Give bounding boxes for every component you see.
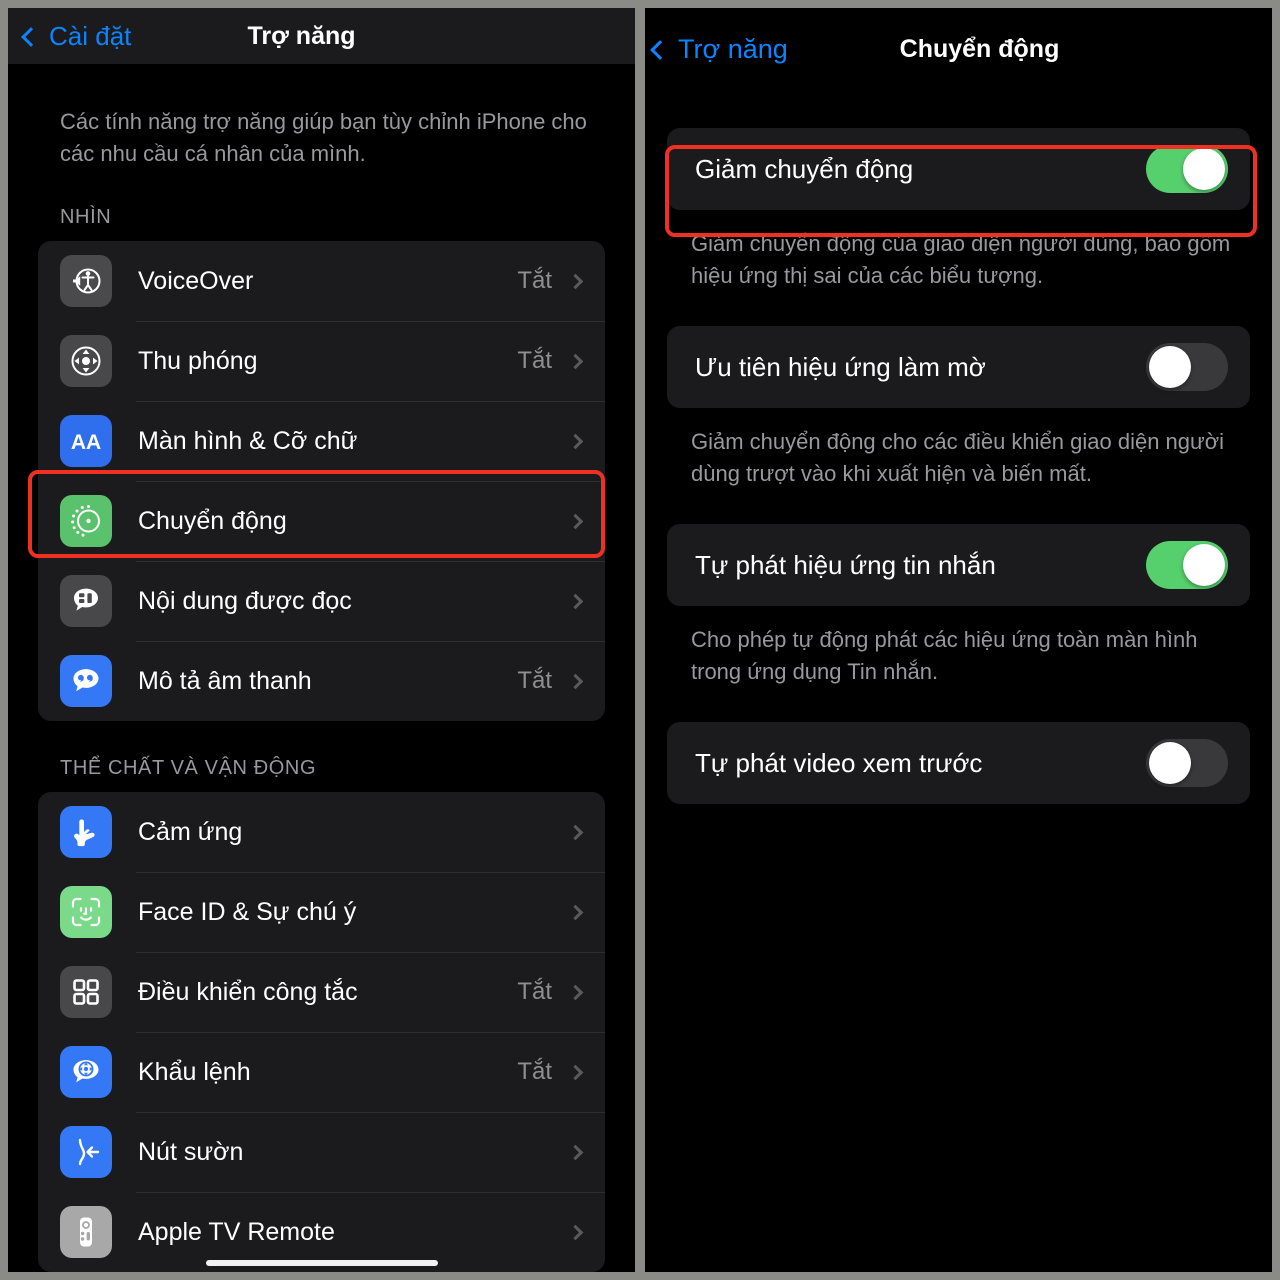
- voiceover-icon: [60, 255, 112, 307]
- setting-prefer-cross-fade[interactable]: Ưu tiên hiệu ứng làm mờ: [667, 326, 1250, 408]
- list-item-value: Tắt: [517, 1058, 552, 1085]
- list-item-label: Chuyển động: [138, 506, 287, 535]
- chevron-right-icon: [567, 593, 584, 609]
- chevron-left-icon: [650, 39, 670, 60]
- list-item-label: Nội dung được đọc: [138, 586, 352, 615]
- list-item-label: Khẩu lệnh: [138, 1057, 251, 1086]
- setting-reduce-motion[interactable]: Giảm chuyển động: [667, 128, 1250, 210]
- svg-text:AA: AA: [71, 431, 101, 454]
- chevron-left-icon: [21, 26, 41, 47]
- chevron-right-icon: [567, 904, 584, 920]
- setting-label: Ưu tiên hiệu ứng làm mờ: [695, 351, 986, 382]
- switch-control-icon: [60, 966, 112, 1018]
- motion-icon: [60, 495, 112, 547]
- auto-play-video-previews-toggle[interactable]: [1146, 739, 1228, 787]
- list-item-audio-descriptions[interactable]: Mô tả âm thanh Tắt: [38, 641, 605, 721]
- list-item-value: Tắt: [517, 978, 552, 1005]
- toggle-knob: [1183, 544, 1225, 586]
- screenshot-stage: Cài đặt Trợ năng Các tính năng trợ năng …: [0, 0, 1280, 1280]
- setting-auto-play-message-effects[interactable]: Tự phát hiệu ứng tin nhắn: [667, 524, 1250, 606]
- list-item-label: Thu phóng: [138, 346, 258, 375]
- physical-motor-card: Cảm ứng Face ID & Sự chú ý Điều khiển cô…: [38, 792, 605, 1272]
- accessibility-list: Các tính năng trợ năng giúp bạn tùy chỉn…: [8, 64, 635, 1272]
- chevron-right-icon: [567, 1224, 584, 1240]
- vision-card: VoiceOver Tắt Thu phóng Tắt AA Màn hình …: [38, 241, 605, 721]
- home-indicator: [205, 1260, 438, 1266]
- side-button-icon: [60, 1126, 112, 1178]
- list-item-value: Tắt: [517, 667, 552, 694]
- chevron-right-icon: [567, 1064, 584, 1080]
- right-navigation-bar: Trợ năng Chuyển động: [645, 8, 1272, 90]
- left-phone-screen: Cài đặt Trợ năng Các tính năng trợ năng …: [8, 8, 635, 1272]
- spoken-content-icon: [60, 575, 112, 627]
- face-id-icon: [60, 886, 112, 938]
- list-item-label: Mô tả âm thanh: [138, 666, 312, 695]
- setting-label: Tự phát hiệu ứng tin nhắn: [695, 549, 996, 580]
- setting-label: Giảm chuyển động: [695, 153, 914, 184]
- back-to-accessibility-button[interactable]: Trợ năng: [650, 33, 788, 65]
- list-item-label: Face ID & Sự chú ý: [138, 897, 357, 926]
- setting-auto-play-video-previews[interactable]: Tự phát video xem trước: [667, 722, 1250, 804]
- toggle-knob: [1149, 346, 1191, 388]
- list-item-zoom[interactable]: Thu phóng Tắt: [38, 321, 605, 401]
- list-item-face-id-attention[interactable]: Face ID & Sự chú ý: [38, 872, 605, 952]
- intro-description: Các tính năng trợ năng giúp bạn tùy chỉn…: [60, 109, 587, 166]
- chevron-right-icon: [567, 353, 584, 369]
- auto-play-message-effects-toggle[interactable]: [1146, 541, 1228, 589]
- setting-footnote: Cho phép tự động phát các hiệu ứng toàn …: [691, 627, 1198, 684]
- right-phone-screen: Trợ năng Chuyển động Giảm chuyển động Gi…: [645, 8, 1272, 1272]
- chevron-right-icon: [567, 513, 584, 529]
- list-item-switch-control[interactable]: Điều khiển công tắc Tắt: [38, 952, 605, 1032]
- section-header-physical-motor: THỂ CHẤT VÀ VẬN ĐỘNG: [60, 757, 317, 779]
- chevron-right-icon: [567, 673, 584, 689]
- list-item-label: Cảm ứng: [138, 817, 243, 846]
- list-item-label: Nút sườn: [138, 1137, 244, 1166]
- section-header-vision: NHÌN: [60, 206, 112, 228]
- list-item-voiceover[interactable]: VoiceOver Tắt: [38, 241, 605, 321]
- setting-footnote: Giảm chuyển động cho các điều khiển giao…: [691, 429, 1225, 486]
- list-item-touch[interactable]: Cảm ứng: [38, 792, 605, 872]
- list-item-value: Tắt: [517, 347, 552, 374]
- prefer-cross-fade-toggle[interactable]: [1146, 343, 1228, 391]
- touch-icon: [60, 806, 112, 858]
- toggle-knob: [1183, 148, 1225, 190]
- toggle-knob: [1149, 742, 1191, 784]
- voice-control-icon: [60, 1046, 112, 1098]
- setting-footnote: Giảm chuyển động của giao diện người dùn…: [691, 231, 1231, 288]
- list-item-motion[interactable]: Chuyển động: [38, 481, 605, 561]
- list-item-display-text-size[interactable]: AA Màn hình & Cỡ chữ: [38, 401, 605, 481]
- display-text-icon: AA: [60, 415, 112, 467]
- list-item-voice-control[interactable]: Khẩu lệnh Tắt: [38, 1032, 605, 1112]
- chevron-right-icon: [567, 984, 584, 1000]
- chevron-right-icon: [567, 273, 584, 289]
- list-item-label: Màn hình & Cỡ chữ: [138, 426, 358, 455]
- audio-desc-icon: [60, 655, 112, 707]
- list-item-value: Tắt: [517, 267, 552, 294]
- zoom-icon: [60, 335, 112, 387]
- list-item-side-button[interactable]: Nút sườn: [38, 1112, 605, 1192]
- back-to-settings-button[interactable]: Cài đặt: [21, 20, 132, 52]
- motion-settings-list: Giảm chuyển động Giảm chuyển động của gi…: [645, 90, 1272, 1272]
- reduce-motion-toggle[interactable]: [1146, 145, 1228, 193]
- chevron-right-icon: [567, 433, 584, 449]
- back-button-label: Trợ năng: [678, 33, 788, 64]
- chevron-right-icon: [567, 1144, 584, 1160]
- left-navigation-bar: Cài đặt Trợ năng: [8, 8, 635, 64]
- list-item-label: Apple TV Remote: [138, 1217, 335, 1246]
- chevron-right-icon: [567, 824, 584, 840]
- back-button-label: Cài đặt: [49, 20, 132, 51]
- list-item-label: Điều khiển công tắc: [138, 977, 358, 1006]
- list-item-label: VoiceOver: [138, 266, 254, 295]
- apple-tv-remote-icon: [60, 1206, 112, 1258]
- list-item-spoken-content[interactable]: Nội dung được đọc: [38, 561, 605, 641]
- setting-label: Tự phát video xem trước: [695, 747, 983, 778]
